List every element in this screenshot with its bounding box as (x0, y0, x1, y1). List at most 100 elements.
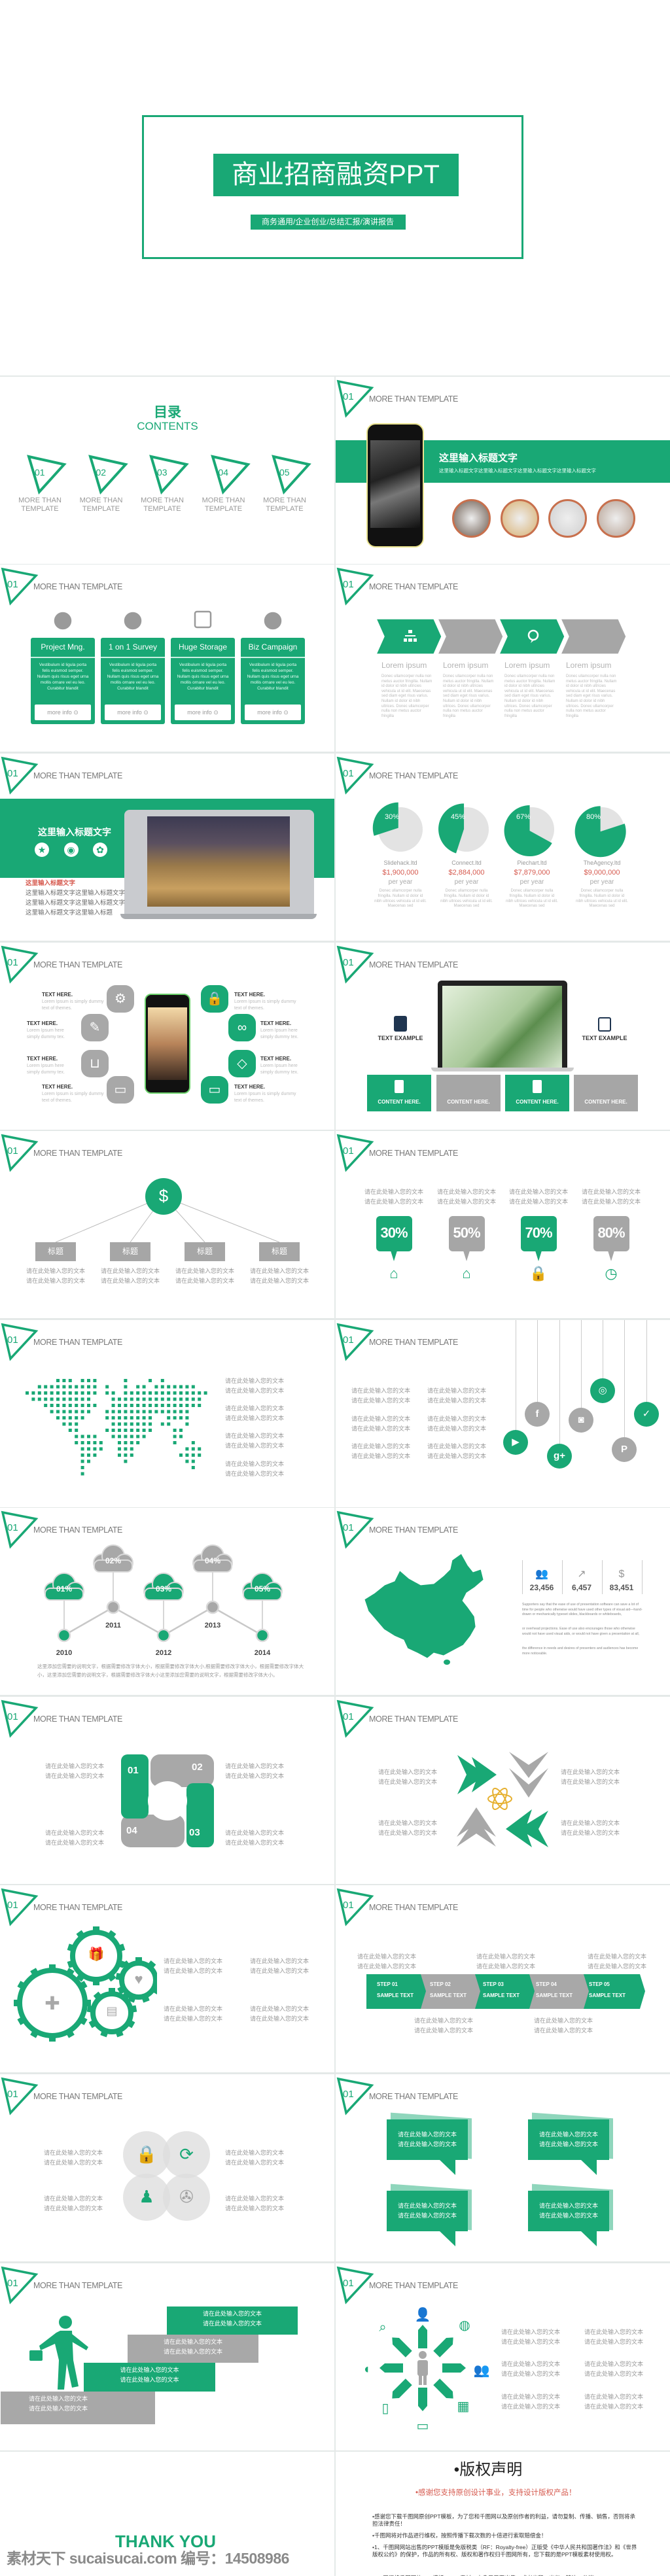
stat-value: 83,451 (609, 1583, 634, 1592)
map-dot (136, 1422, 140, 1426)
map-dot (62, 1385, 66, 1389)
instagram-icon[interactable]: ◙ (569, 1408, 593, 1433)
map-dot (173, 1435, 177, 1438)
placeholder-text: 请在此处输入您的文本 (588, 1953, 647, 1960)
placeholder-text: 请在此处输入您的文本 (476, 1963, 536, 1970)
feature-title: TEXT HERE. (260, 1020, 292, 1026)
map-dot (142, 1435, 146, 1438)
text-example-right: TEXT EXAMPLE (582, 1035, 627, 1041)
contents-item-label: MORE THAN TEMPLATE (263, 496, 306, 513)
map-dot (62, 1404, 66, 1407)
map-dot (37, 1385, 41, 1389)
map-dot (130, 1391, 133, 1395)
film-reel-icon: ✇ (179, 2187, 194, 2206)
map-dot (142, 1429, 146, 1432)
placeholder-text: 请在此处输入您的文本 (581, 1189, 641, 1195)
more-info-button[interactable]: more info ⊙ (245, 705, 301, 720)
revenue-amount: $7,879,000 (514, 869, 550, 877)
map-dot (44, 1404, 48, 1407)
map-dot (99, 1441, 103, 1444)
step-body: Donec ullamcorper nulla non metus auctor… (566, 674, 617, 718)
slide-cloud-timeline: 01 MORE THAN TEMPLATE 01% 2010 02% 2011 03% 201… (0, 1508, 334, 1695)
title-box: 标题 (185, 1242, 225, 1261)
map-dot (185, 1404, 189, 1407)
placeholder-text: 请在此处输入您的文本 (28, 2395, 88, 2402)
title-box: 标题 (110, 1242, 150, 1261)
china-map-shape (364, 1553, 484, 1659)
map-dot (179, 1385, 183, 1389)
slide-laptop-banner: 01 MORE THAN TEMPLATE 这里输入标题文字 ★ ◉ ✿ 这里输入标题文字这… (0, 754, 334, 941)
megaphone-icon (263, 609, 283, 630)
slide-preview-page: 商业招商融资PPT 商务通用/企业创业/总结汇报/演讲报告 目录 CONTENTS… (0, 0, 670, 2576)
map-dot (87, 1385, 90, 1389)
card-divider (171, 657, 235, 658)
content-tile: CONTENT HERE. (574, 1075, 638, 1111)
step-title: Lorem ipsum (443, 661, 489, 670)
feature-card: Huge Storage Vestibulum id ligula porta f… (171, 638, 235, 724)
speech-bubble (387, 2191, 468, 2231)
placeholder-text: 请在此处输入您的文本 (249, 1268, 309, 1274)
more-info-button[interactable]: more info ⊙ (175, 705, 231, 720)
map-dot (160, 1385, 164, 1389)
map-dot (68, 1404, 72, 1407)
step-label: STEP 02 (430, 1981, 451, 1987)
map-dot (124, 1397, 128, 1401)
map-dot (68, 1416, 72, 1419)
map-dot (130, 1410, 133, 1414)
slide-china-map: 01 MORE THAN TEMPLATE 👥 23,456 ↗ 6,457 $83,451… (336, 1508, 670, 1695)
more-info-button[interactable]: more info ⊙ (105, 705, 161, 720)
company-name: Slidehack.ltd (383, 860, 417, 866)
slide-contents: 目录 CONTENTS 01 MORE THAN TEMPLATE 02 MORE THA… (0, 377, 334, 564)
contents-triangle-icon (271, 454, 313, 496)
pie-description: Donec ullamcorper nulla fringilla. Nulla… (506, 889, 558, 909)
twitter-icon[interactable]: ✓ (634, 1402, 659, 1427)
map-dot (56, 1397, 60, 1401)
youtube-icon[interactable]: ▶ (503, 1430, 528, 1455)
map-dot (160, 1404, 164, 1407)
step-segment (529, 1974, 591, 2009)
revenue-period: per year (388, 879, 413, 886)
map-dot (191, 1447, 195, 1451)
map-dot (80, 1447, 84, 1451)
placeholder-text: 请在此处输入您的文本 (120, 2376, 179, 2383)
placeholder-text: 请在此处输入您的文本 (584, 2371, 644, 2377)
map-dot (80, 1397, 84, 1401)
placeholder-text: 请在此处输入您的文本 (414, 2027, 474, 2034)
card-body: Vestibulum id ligula porta felis euismod… (107, 663, 159, 691)
company-name: TheAgency.ltd (583, 860, 621, 866)
placeholder-text: 请在此处输入您的文本 (351, 1425, 411, 1432)
hanging-string (537, 1320, 538, 1402)
lock-icon: 🔒 (529, 1265, 548, 1281)
facebook-icon[interactable]: f (525, 1402, 550, 1427)
percent-value: 70% (525, 1225, 552, 1241)
timeline-node (106, 1600, 120, 1614)
step-segment (366, 1974, 428, 2009)
pie-percent-label: 30% (385, 813, 400, 821)
atom-icon (487, 1788, 512, 1810)
placeholder-text: 请在此处输入您的文本 (44, 2195, 103, 2202)
map-dot (185, 1391, 189, 1395)
placeholder-text: 请在此处输入您的文本 (436, 1189, 497, 1195)
company-name: Connect.ltd (451, 860, 482, 866)
map-dot (149, 1416, 152, 1419)
map-dot (93, 1385, 97, 1389)
arrow-cluster (453, 1752, 552, 1850)
more-info-button[interactable]: more info ⊙ (35, 705, 91, 720)
pie-description: Donec ullamcorper nulla fringilla. Nulla… (576, 889, 628, 909)
map-dot (87, 1459, 90, 1463)
map-dot (93, 1441, 97, 1444)
map-dot (173, 1404, 177, 1407)
weibo-icon[interactable]: ◎ (590, 1378, 615, 1403)
feature-body: Lorem Ipsum here simply dummy tex. (27, 1064, 65, 1075)
map-dot (50, 1397, 54, 1401)
placeholder-text: 请在此处输入您的文本 (44, 2150, 103, 2156)
google-plus-icon[interactable]: g+ (547, 1444, 572, 1469)
map-dot (75, 1441, 79, 1444)
contents-triangle-icon (26, 454, 68, 496)
copyright-title: •版权声明 (453, 2461, 523, 2479)
map-dot (191, 1453, 195, 1457)
map-dot (167, 1422, 171, 1426)
desk-photo (442, 986, 562, 1068)
pinterest-icon[interactable]: P (612, 1437, 637, 1462)
placeholder-text: 请在此处输入您的文本 (584, 2403, 644, 2410)
